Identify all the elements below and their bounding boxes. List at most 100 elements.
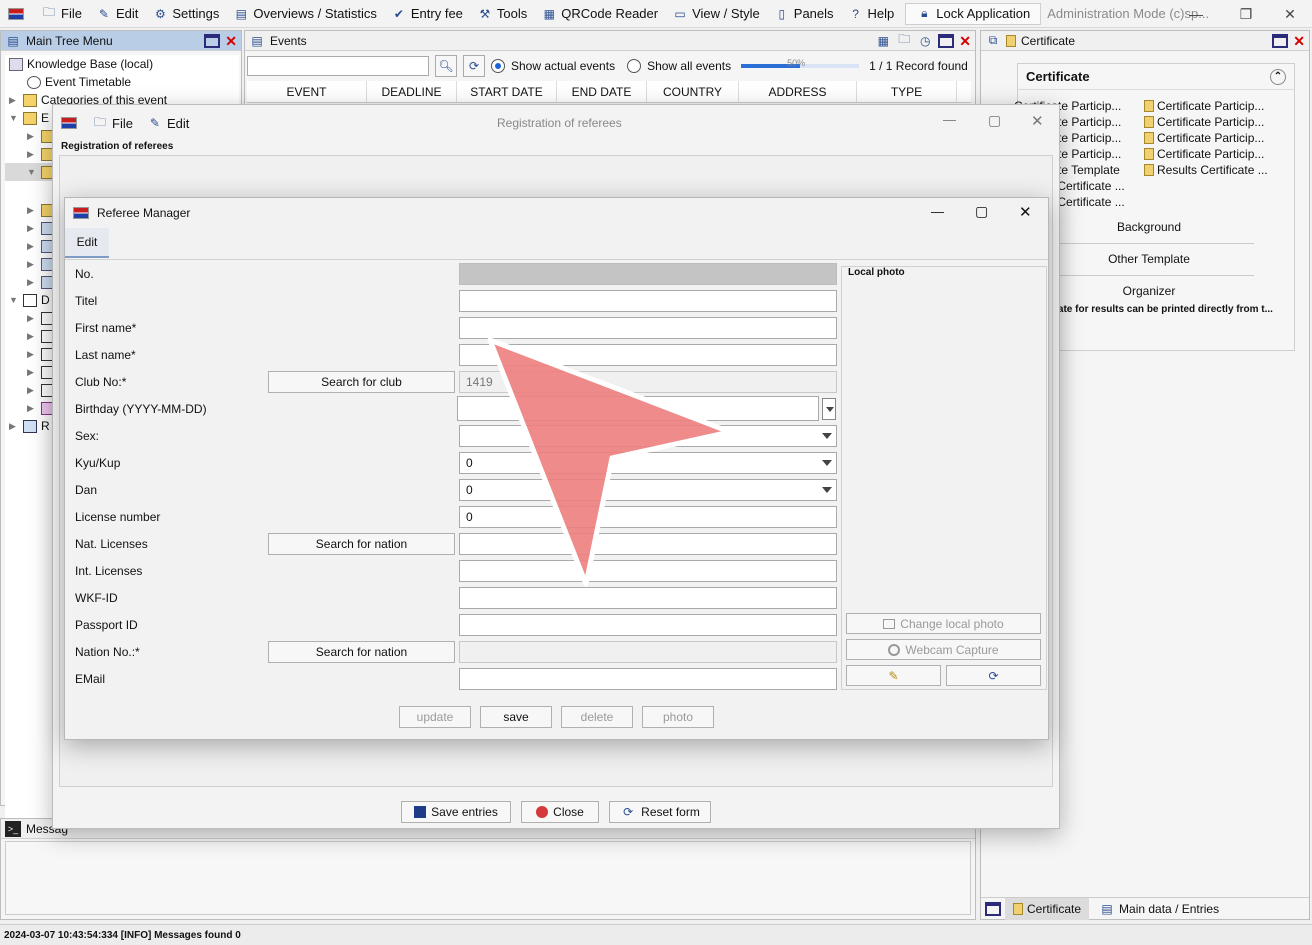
show-actual-radio[interactable] xyxy=(491,59,505,73)
edit-photo-button[interactable]: ✎ xyxy=(846,665,941,686)
column-header[interactable]: START DATE xyxy=(457,81,557,102)
minimize-button[interactable]: — xyxy=(931,204,944,219)
column-header[interactable]: END DATE xyxy=(557,81,647,102)
show-all-radio[interactable] xyxy=(627,59,642,73)
email-field[interactable] xyxy=(459,668,837,690)
collapse-arrow-icon[interactable]: ▼ xyxy=(27,167,37,177)
expand-arrow-icon[interactable]: ▶ xyxy=(27,149,37,160)
maximize-panel-icon[interactable] xyxy=(1272,33,1289,48)
expand-arrow-icon[interactable]: ▶ xyxy=(27,367,37,378)
column-header[interactable]: DEADLINE xyxy=(367,81,457,102)
refresh-photo-button[interactable]: ⟳ xyxy=(946,665,1041,686)
search-club-button[interactable]: Search for club xyxy=(268,371,455,393)
titel-field[interactable] xyxy=(459,290,837,312)
birthday-field[interactable] xyxy=(457,396,819,421)
maximize-panel-icon[interactable] xyxy=(204,33,221,48)
column-header[interactable]: TYPE xyxy=(857,81,957,102)
save-button[interactable]: save xyxy=(480,706,552,728)
menu-entry-fee[interactable]: ✔ Entry fee xyxy=(384,0,470,28)
license-field[interactable]: 0 xyxy=(459,506,837,528)
collapse-arrow-icon[interactable]: ▼ xyxy=(9,113,19,123)
first-name-field[interactable] xyxy=(459,317,837,339)
expand-arrow-icon[interactable]: ▶ xyxy=(27,131,37,142)
menu-edit[interactable]: ✎ Edit xyxy=(89,0,145,28)
sex-select[interactable] xyxy=(459,425,837,447)
collapse-arrow-icon[interactable]: ▼ xyxy=(9,295,19,305)
menu-help[interactable]: ? Help xyxy=(841,0,902,28)
expand-arrow-icon[interactable]: ▶ xyxy=(27,259,37,270)
close-panel-icon[interactable]: ✕ xyxy=(225,34,237,48)
expand-arrow-icon[interactable]: ▶ xyxy=(27,403,37,414)
folder-icon[interactable]: 🗀 xyxy=(896,32,912,49)
expand-arrow-icon[interactable]: ▶ xyxy=(27,241,37,252)
column-header[interactable]: COUNTRY xyxy=(647,81,739,102)
menu-overviews[interactable]: ▤ Overviews / Statistics xyxy=(226,0,384,28)
menu-view-style[interactable]: ▭ View / Style xyxy=(665,0,767,28)
maximize-button[interactable]: ▢ xyxy=(988,112,1001,129)
certificate-item[interactable]: Results Certificate ... xyxy=(1144,162,1274,178)
search-nation-button[interactable]: Search for nation xyxy=(268,533,455,555)
close-button[interactable]: ✕ xyxy=(1019,203,1032,221)
close-button[interactable]: ✕ xyxy=(1031,112,1044,130)
expand-arrow-icon[interactable]: ▶ xyxy=(27,385,37,396)
search-button[interactable]: 🔍︎ xyxy=(435,55,457,77)
tab-main-data[interactable]: ▤ Main data / Entries xyxy=(1093,898,1225,920)
webcam-capture-button[interactable]: Webcam Capture xyxy=(846,639,1041,660)
int-licenses-field[interactable] xyxy=(459,560,837,582)
passport-field[interactable] xyxy=(459,614,837,636)
column-header[interactable]: EVENT xyxy=(247,81,367,102)
nat-licenses-field[interactable] xyxy=(459,533,837,555)
maximize-panel-icon[interactable] xyxy=(938,33,955,48)
clock-icon[interactable]: ◷ xyxy=(917,33,933,49)
reset-form-button[interactable]: ⟳ Reset form xyxy=(609,801,711,823)
tab-certificate[interactable]: Certificate xyxy=(1005,897,1090,920)
menu-qrcode[interactable]: ▦ QRCode Reader xyxy=(534,0,665,28)
photo-button[interactable]: photo xyxy=(642,706,714,728)
expand-arrow-icon[interactable]: ▶ xyxy=(27,349,37,360)
expand-arrow-icon[interactable]: ▶ xyxy=(27,277,37,288)
certificate-item[interactable]: Certificate Particip... xyxy=(1144,130,1274,146)
close-dialog-button[interactable]: Close xyxy=(521,801,599,823)
export-icon[interactable]: ▦ xyxy=(875,33,891,49)
expand-arrow-icon[interactable]: ▶ xyxy=(9,421,19,432)
wkf-id-field[interactable] xyxy=(459,587,837,609)
maximize-button[interactable]: ▢ xyxy=(975,203,988,220)
events-search-input[interactable] xyxy=(247,56,429,76)
minimize-button[interactable]: — xyxy=(1176,0,1216,28)
tab-edit[interactable]: Edit xyxy=(65,228,109,258)
save-entries-button[interactable]: Save entries xyxy=(401,801,511,823)
certificate-item[interactable]: Certificate Particip... xyxy=(1144,114,1274,130)
lock-application-button[interactable]: 🔒︎ Lock Application xyxy=(905,2,1042,25)
certificate-item[interactable]: Certificate Particip... xyxy=(1144,98,1274,114)
maximize-button[interactable]: ❐ xyxy=(1226,0,1266,28)
minimize-button[interactable]: — xyxy=(943,112,956,127)
refresh-button[interactable]: ⟳ xyxy=(463,55,485,77)
kyu-select[interactable]: 0 xyxy=(459,452,837,474)
menu-file[interactable]: 🗀 File xyxy=(34,0,89,28)
delete-button[interactable]: delete xyxy=(561,706,633,728)
expand-arrow-icon[interactable]: ▶ xyxy=(27,313,37,324)
search-nation-button[interactable]: Search for nation xyxy=(268,641,455,663)
expand-arrow-icon[interactable]: ▶ xyxy=(9,95,19,106)
certificate-item[interactable]: Certificate Particip... xyxy=(1144,146,1274,162)
panel-layout-icon[interactable] xyxy=(985,901,1001,916)
change-photo-button[interactable]: Change local photo xyxy=(846,613,1041,634)
collapse-icon[interactable]: ⌃ xyxy=(1270,68,1286,85)
close-panel-icon[interactable]: ✕ xyxy=(959,34,971,48)
tree-item-event-timetable[interactable]: Event Timetable xyxy=(5,73,239,91)
menu-tools[interactable]: ⚒ Tools xyxy=(470,0,534,28)
column-header[interactable]: ADDRESS xyxy=(739,81,857,102)
dan-select[interactable]: 0 xyxy=(459,479,837,501)
close-window-button[interactable]: ✕ xyxy=(1270,0,1310,28)
menu-panels[interactable]: ▯ Panels xyxy=(767,0,841,28)
expand-arrow-icon[interactable]: ▶ xyxy=(27,223,37,234)
tree-item-knowledge-base[interactable]: Knowledge Base (local) xyxy=(5,55,239,73)
close-panel-icon[interactable]: ✕ xyxy=(1293,34,1305,48)
expand-arrow-icon[interactable]: ▶ xyxy=(27,331,37,342)
expand-arrow-icon[interactable]: ▶ xyxy=(27,205,37,216)
update-button[interactable]: update xyxy=(399,706,471,728)
last-name-field[interactable] xyxy=(459,344,837,366)
reg-menu-edit[interactable]: ✎ Edit xyxy=(140,109,196,137)
reg-menu-file[interactable]: 🗀 File xyxy=(85,109,140,137)
date-picker-button[interactable] xyxy=(822,398,836,420)
